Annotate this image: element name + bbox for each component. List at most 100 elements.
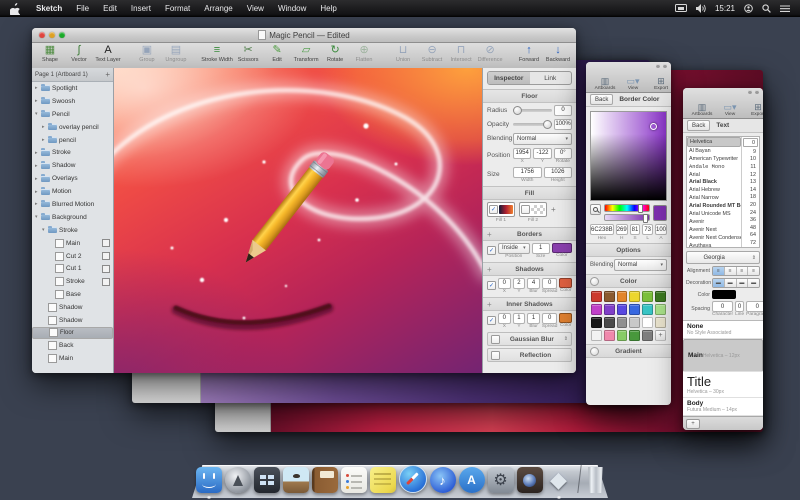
font-item-5[interactable]: Arial Black	[687, 178, 741, 186]
font-size-item-14[interactable]: 14	[742, 186, 759, 194]
shadow-y-field[interactable]: 2	[513, 278, 526, 289]
artboards-button[interactable]: ▥Artboards	[591, 76, 619, 91]
add-fill-button[interactable]: +	[551, 205, 556, 214]
export-button[interactable]: ⊞Export	[647, 76, 671, 91]
decoration-outline-button[interactable]: ▬	[748, 279, 759, 287]
menu-arrange[interactable]: Arrange	[197, 0, 239, 17]
add-shadow-button[interactable]: +	[487, 265, 492, 274]
menu-file[interactable]: File	[69, 0, 96, 17]
backward-button[interactable]: ↓Backward	[544, 44, 572, 63]
decoration-none-button[interactable]: ▬	[713, 279, 725, 287]
layer-row-stroke[interactable]: Stroke	[32, 275, 113, 288]
lightness-field[interactable]: 73	[642, 224, 653, 235]
hue-field[interactable]: 269	[616, 224, 628, 235]
hex-field[interactable]: 6C238B	[590, 224, 614, 235]
layers-header[interactable]: Page 1 (Artboard 1) +	[32, 68, 113, 82]
color-swatch-0-3[interactable]	[629, 291, 640, 302]
align-right-button[interactable]: ≡	[737, 267, 749, 275]
forward-button[interactable]: ↑Forward	[515, 44, 543, 63]
saturation-brightness-picker[interactable]	[590, 111, 667, 201]
shadow-blur-field[interactable]: 4	[527, 278, 540, 289]
layer-row-base[interactable]: Base	[32, 288, 113, 301]
font-size-item-10[interactable]: 10	[742, 156, 759, 164]
font-item-2[interactable]: American Typewriter	[687, 155, 741, 163]
color-swatch-0-2[interactable]	[617, 291, 628, 302]
add-border-button[interactable]: +	[487, 230, 492, 239]
inner-spread-field[interactable]: 0	[542, 313, 557, 324]
tab-link[interactable]: Link	[530, 72, 572, 84]
dock-launchpad[interactable]	[225, 467, 251, 493]
window-buttons[interactable]	[748, 90, 759, 94]
layer-row-overlays[interactable]: ▸Overlays	[32, 172, 113, 185]
dock-sketch[interactable]: ◆	[546, 467, 572, 493]
color-swatch-1-0[interactable]	[591, 304, 602, 315]
align-left-button[interactable]: ≡	[713, 267, 725, 275]
title-bar[interactable]: Magic Pencil — Edited	[32, 28, 576, 43]
font-size-item-13[interactable]: 13	[742, 178, 759, 186]
color-window-toolbar[interactable]: ▥Artboards ▭▾View ⊞Export	[586, 62, 671, 93]
volume-icon[interactable]	[696, 4, 706, 13]
color-swatch-2-3[interactable]	[629, 317, 640, 328]
inner-x-field[interactable]: 0	[498, 313, 511, 324]
add-page-button[interactable]: +	[105, 70, 110, 79]
menu-insert[interactable]: Insert	[124, 0, 158, 17]
layer-row-back[interactable]: Back	[32, 339, 113, 352]
dock-itunes[interactable]: ♪	[430, 467, 456, 493]
border-size-field[interactable]: 1	[532, 243, 550, 254]
color-swatch-0-5[interactable]	[655, 291, 666, 302]
layer-row-swoosh[interactable]: ▸Swoosh	[32, 95, 113, 108]
position-x-field[interactable]: 1954	[513, 148, 531, 159]
layer-row-stroke[interactable]: ▸Stroke	[32, 146, 113, 159]
text-style-body[interactable]: BodyFutura Medium – 14px	[683, 398, 763, 416]
font-item-7[interactable]: Arial Narrow	[687, 194, 741, 202]
add-inner-shadow-button[interactable]: +	[487, 300, 492, 309]
layer-row-shadow[interactable]: ▸Shadow	[32, 159, 113, 172]
font-size-item-64[interactable]: 64	[742, 232, 759, 240]
font-size-item-18[interactable]: 18	[742, 194, 759, 202]
color-swatch-1-5[interactable]	[655, 304, 666, 315]
menu-clock[interactable]: 15:21	[715, 4, 735, 13]
font-item-3[interactable]: Andale Mono	[687, 163, 741, 171]
user-switch-icon[interactable]	[744, 4, 753, 13]
artboards-button[interactable]: ▥Artboards	[688, 102, 716, 117]
font-item-9[interactable]: Arial Unicode MS	[687, 210, 741, 218]
color-swatch-1-3[interactable]	[629, 304, 640, 315]
edit-button[interactable]: ✎Edit	[263, 44, 291, 63]
dock-reminders[interactable]	[341, 467, 367, 493]
dock-app-store[interactable]: A	[459, 467, 485, 493]
fill-item-2[interactable]: Fill 2	[519, 202, 547, 223]
border-checkbox[interactable]	[487, 246, 496, 255]
inner-shadow-color-chip[interactable]	[559, 313, 572, 323]
dock-trash[interactable]	[587, 467, 605, 493]
color-swatch-1-4[interactable]	[642, 304, 653, 315]
color-swatch-2-4[interactable]	[642, 317, 653, 328]
blending-select[interactable]: Normal▾	[513, 133, 572, 145]
layer-row-blurred-motion[interactable]: ▸Blurred Motion	[32, 198, 113, 211]
color-swatch-0-1[interactable]	[604, 291, 615, 302]
color-swatch-1-2[interactable]	[617, 304, 628, 315]
radius-slider[interactable]	[513, 109, 552, 112]
font-size-item-20[interactable]: 20	[742, 201, 759, 209]
opacity-field[interactable]: 100%	[554, 119, 572, 130]
color-swatch-3-2[interactable]	[617, 330, 628, 341]
view-button[interactable]: ▭▾View	[716, 102, 744, 117]
height-field[interactable]: 1026	[544, 167, 573, 178]
layer-row-overlay-pencil[interactable]: ▸overlay pencil	[32, 121, 113, 134]
text-color-chip[interactable]	[712, 290, 736, 299]
shadow-color-chip[interactable]	[559, 278, 572, 288]
dock-stickies[interactable]	[370, 467, 396, 493]
font-size-item-9[interactable]: 9	[742, 148, 759, 156]
layer-row-background[interactable]: ▾Background	[32, 211, 113, 224]
align-center-button[interactable]: ≡	[725, 267, 737, 275]
add-style-button[interactable]: +	[686, 419, 700, 429]
dock-contacts[interactable]	[312, 467, 338, 493]
font-item-10[interactable]: Avenir	[687, 218, 741, 226]
gaussian-blur-checkbox[interactable]	[491, 335, 500, 344]
inner-y-field[interactable]: 1	[513, 313, 526, 324]
layer-row-main[interactable]: Main	[32, 237, 113, 250]
font-item-4[interactable]: Arial	[687, 171, 741, 179]
color-swatch-2-2[interactable]	[617, 317, 628, 328]
text-style-main[interactable]: MainHelvetica – 12px	[683, 339, 763, 372]
layer-row-stroke[interactable]: ▾Stroke	[32, 224, 113, 237]
color-blending-select[interactable]: Normal▾	[614, 259, 667, 271]
